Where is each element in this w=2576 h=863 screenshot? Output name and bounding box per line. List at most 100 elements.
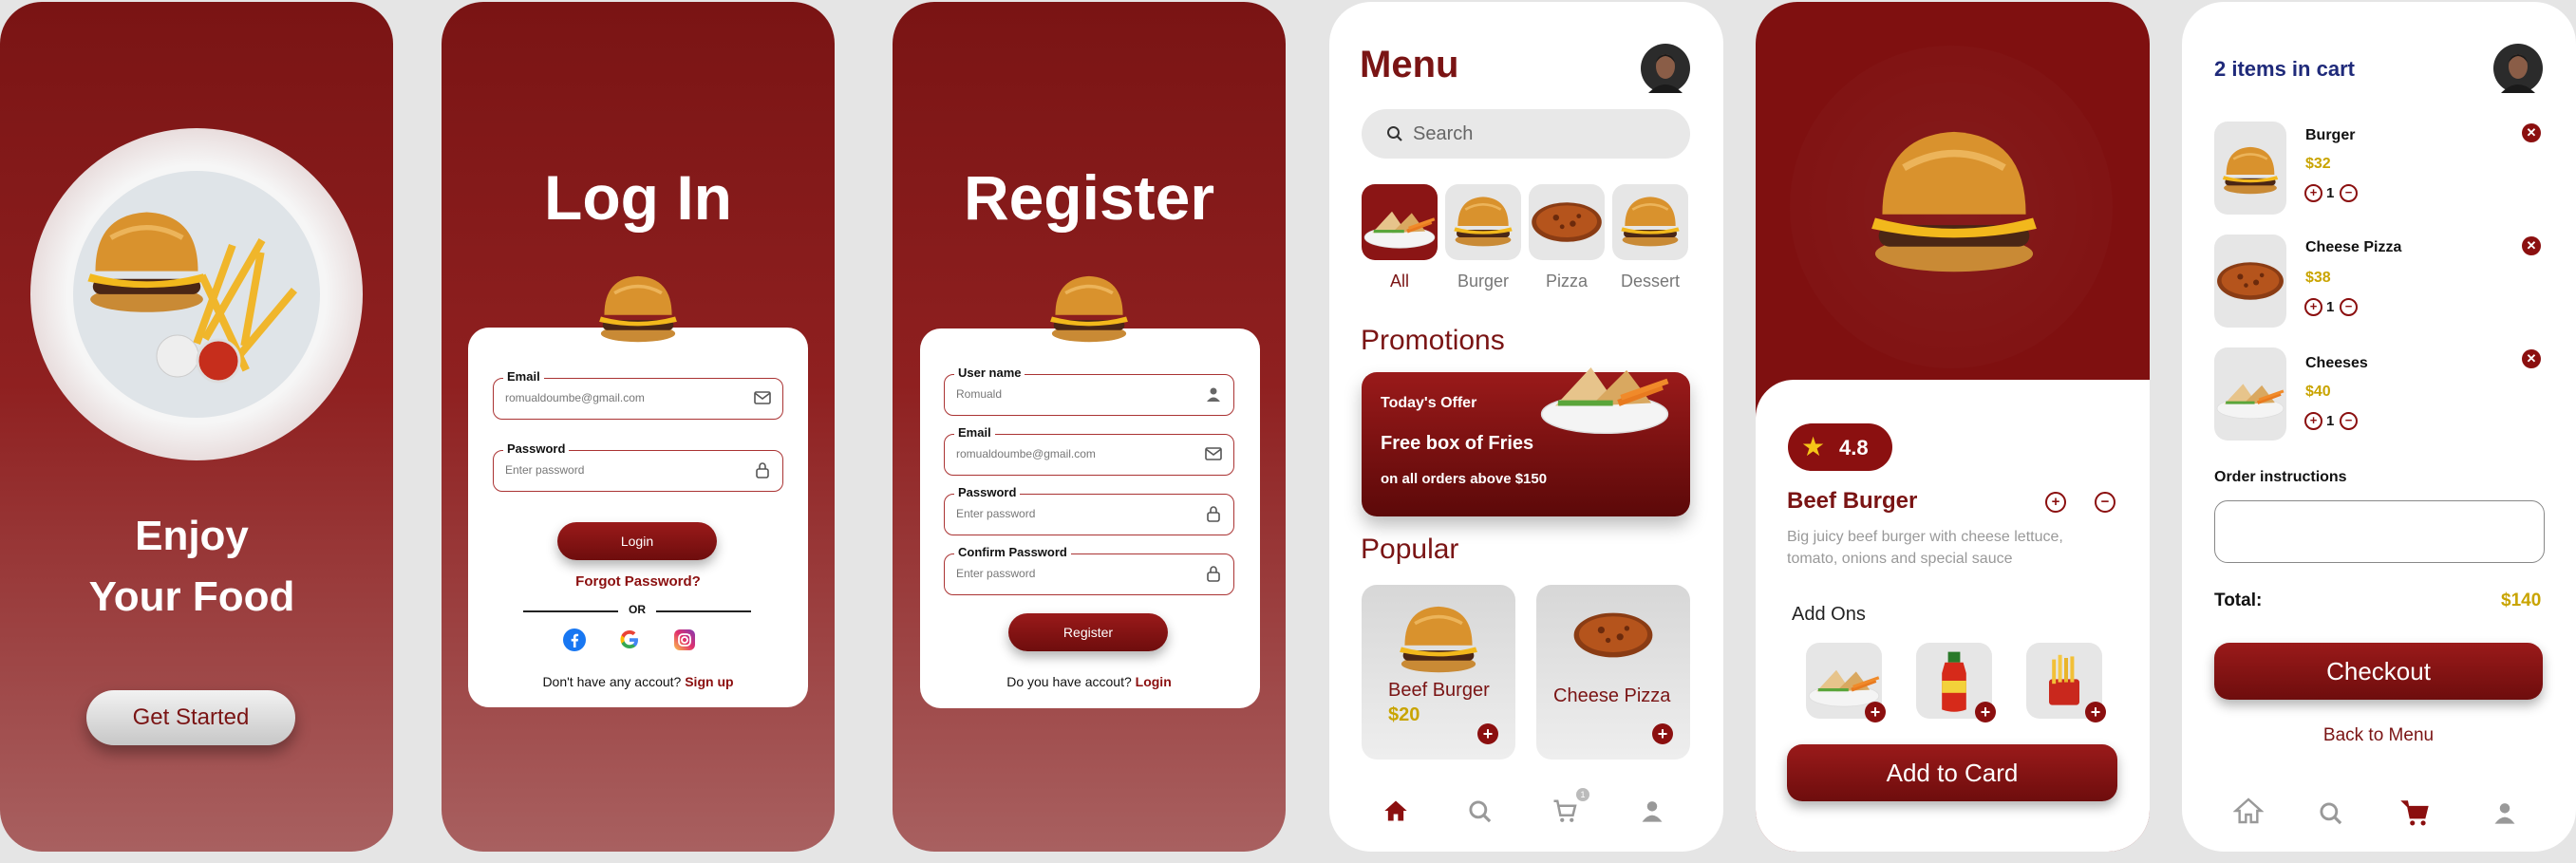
cart-item-qty: 1 xyxy=(2326,299,2335,315)
search-input[interactable]: Search xyxy=(1362,109,1690,159)
user-icon xyxy=(1207,387,1220,402)
all-category-icon xyxy=(1363,209,1437,251)
avatar[interactable] xyxy=(1641,44,1690,93)
forgot-password-link[interactable]: Forgot Password? xyxy=(442,573,835,590)
search-icon xyxy=(1387,126,1402,141)
beef-burger-hero-image xyxy=(1854,114,2054,275)
email-field[interactable]: Email romualdoumbe@gmail.com xyxy=(493,369,783,420)
remove-item-icon[interactable]: ✕ xyxy=(2522,236,2541,255)
increase-button[interactable]: + xyxy=(2045,492,2066,513)
cart-item-image xyxy=(2214,347,2286,441)
username-label: User name xyxy=(954,366,1025,380)
login-button[interactable]: Login xyxy=(557,522,717,560)
profile-icon[interactable] xyxy=(1639,797,1665,824)
register-button[interactable]: Register xyxy=(1008,613,1168,651)
google-icon[interactable] xyxy=(618,628,641,651)
password-label: Password xyxy=(954,485,1021,499)
add-addon-button[interactable]: + xyxy=(1865,702,1886,722)
total-value: $140 xyxy=(2501,591,2542,610)
search-icon[interactable] xyxy=(2319,801,2343,826)
decrease-qty-button[interactable]: − xyxy=(2340,412,2358,430)
food-plate-image xyxy=(30,128,363,460)
decrease-button[interactable]: − xyxy=(2095,492,2115,513)
pizza-image xyxy=(2217,262,2284,300)
increase-qty-button[interactable]: + xyxy=(2304,298,2322,316)
promo-sub: on all orders above $150 xyxy=(1381,471,1548,487)
category-label-pizza: Pizza xyxy=(1545,272,1588,291)
cart-item-name: Burger xyxy=(2305,127,2356,143)
confirm-password-field[interactable]: Confirm Password Enter password xyxy=(944,545,1234,595)
instructions-label: Order instructions xyxy=(2214,469,2347,485)
login-link[interactable]: Login xyxy=(1136,674,1172,689)
cart-item-price: $38 xyxy=(2305,270,2331,286)
page-title: Log In xyxy=(544,162,732,233)
cart-title: 2 items in cart xyxy=(2214,57,2355,81)
confirm-password-placeholder: Enter password xyxy=(956,567,1036,580)
lock-icon xyxy=(1207,506,1220,522)
username-field[interactable]: User name Romuald xyxy=(944,366,1234,416)
detail-screen: ★ 4.8 Beef Burger + − Big juicy beef bur… xyxy=(1756,2,2150,852)
category-label-burger: Burger xyxy=(1457,272,1510,291)
cart-item-price: $40 xyxy=(2305,384,2331,400)
or-divider-right xyxy=(656,610,751,612)
category-all[interactable] xyxy=(1362,184,1438,260)
back-to-menu-link[interactable]: Back to Menu xyxy=(2182,725,2575,746)
cart-icon[interactable] xyxy=(2400,797,2433,830)
add-addon-button[interactable]: + xyxy=(1975,702,1996,722)
increase-qty-button[interactable]: + xyxy=(2304,184,2322,202)
rating-badge: ★ 4.8 xyxy=(1788,423,1892,471)
lock-icon xyxy=(1207,566,1220,582)
checkout-button[interactable]: Checkout xyxy=(2214,643,2543,700)
add-to-card-button[interactable]: Add to Card xyxy=(1787,744,2117,801)
welcome-line-1: Enjoy xyxy=(135,513,249,559)
addon-drink[interactable]: + xyxy=(1916,643,1996,722)
product-name: Beef Burger xyxy=(1787,488,1918,514)
decrease-qty-button[interactable]: − xyxy=(2340,298,2358,316)
cart-item-image xyxy=(2214,235,2286,328)
remove-item-icon[interactable]: ✕ xyxy=(2522,349,2541,368)
search-icon[interactable] xyxy=(1468,799,1493,824)
page-title: Menu xyxy=(1360,44,1459,85)
mail-icon xyxy=(754,391,771,404)
decrease-qty-button[interactable]: − xyxy=(2340,184,2358,202)
cheese-pizza-image xyxy=(1573,612,1653,658)
cart-icon[interactable] xyxy=(1551,797,1580,826)
home-icon[interactable] xyxy=(1382,797,1409,824)
category-dessert[interactable] xyxy=(1612,184,1688,260)
password-field[interactable]: Password Enter password xyxy=(944,485,1234,535)
avatar[interactable] xyxy=(2493,44,2543,93)
email-field[interactable]: Email romualdoumbe@gmail.com xyxy=(944,425,1234,476)
category-label-all: All xyxy=(1389,272,1409,291)
profile-icon[interactable] xyxy=(2491,799,2518,826)
addon-sandwich[interactable]: + xyxy=(1806,643,1886,722)
email-label: Email xyxy=(954,425,995,440)
sandwich-image xyxy=(2215,382,2285,421)
instagram-icon[interactable] xyxy=(673,628,696,651)
add-item-button[interactable]: + xyxy=(1477,723,1498,744)
cart-item-name: Cheese Pizza xyxy=(2305,239,2402,255)
dessert-category-icon xyxy=(1620,195,1681,248)
home-icon[interactable] xyxy=(2233,796,2264,826)
burger-image xyxy=(1048,274,1130,344)
burger-image xyxy=(2221,145,2280,196)
remove-item-icon[interactable]: ✕ xyxy=(2522,123,2541,142)
signup-link[interactable]: Sign up xyxy=(685,674,733,689)
facebook-icon[interactable] xyxy=(563,628,586,651)
popular-card-cheese-pizza[interactable]: Cheese Pizza + xyxy=(1536,585,1690,760)
add-item-button[interactable]: + xyxy=(1652,723,1673,744)
pizza-category-icon xyxy=(1532,202,1602,242)
instructions-textarea[interactable] xyxy=(2214,500,2545,563)
or-text: OR xyxy=(629,603,646,616)
get-started-button[interactable]: Get Started xyxy=(86,690,295,745)
rating-value: 4.8 xyxy=(1839,436,1869,460)
popular-card-beef-burger[interactable]: Beef Burger $20 + xyxy=(1362,585,1515,760)
category-burger[interactable] xyxy=(1445,184,1521,260)
category-pizza[interactable] xyxy=(1529,184,1605,260)
increase-qty-button[interactable]: + xyxy=(2304,412,2322,430)
add-addon-button[interactable]: + xyxy=(2085,702,2106,722)
cart-item-name: Cheeses xyxy=(2305,355,2368,371)
beef-burger-image xyxy=(1398,605,1479,674)
password-field[interactable]: Password Enter password xyxy=(493,441,783,492)
addon-fries[interactable]: + xyxy=(2026,643,2106,722)
popular-item-name: Beef Burger xyxy=(1388,680,1490,701)
